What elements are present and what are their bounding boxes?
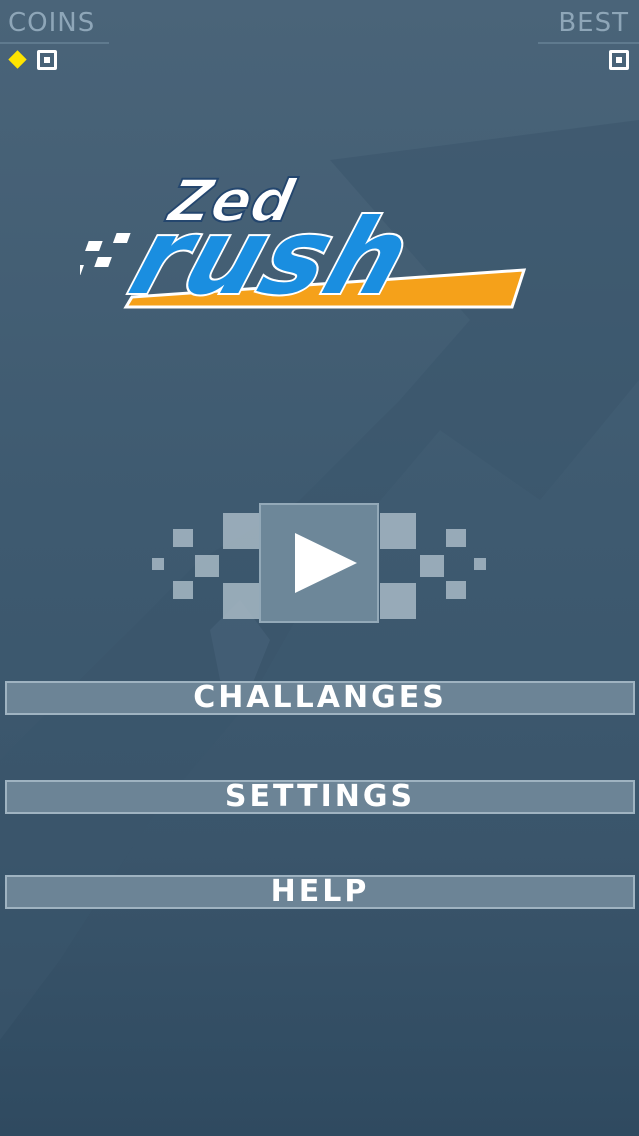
- help-button[interactable]: HELP: [5, 875, 635, 909]
- best-value: 0: [609, 50, 629, 70]
- checkered-flag-icon: [80, 233, 131, 275]
- logo-line2: rush: [117, 197, 425, 315]
- coin-diamond-icon: [8, 50, 27, 69]
- challenges-button-label: CHALLANGES: [193, 680, 447, 715]
- settings-button[interactable]: SETTINGS: [5, 780, 635, 814]
- challenges-button[interactable]: CHALLANGES: [5, 681, 635, 715]
- play-button[interactable]: [259, 503, 379, 623]
- settings-button-label: SETTINGS: [224, 779, 416, 814]
- play-icon: [295, 533, 357, 593]
- zed-rush-logo: Zed rush: [80, 167, 527, 315]
- coins-value: 0: [37, 50, 57, 70]
- help-button-label: HELP: [270, 874, 370, 909]
- coins-label: COINS: [0, 4, 110, 44]
- best-label: BEST: [538, 4, 639, 44]
